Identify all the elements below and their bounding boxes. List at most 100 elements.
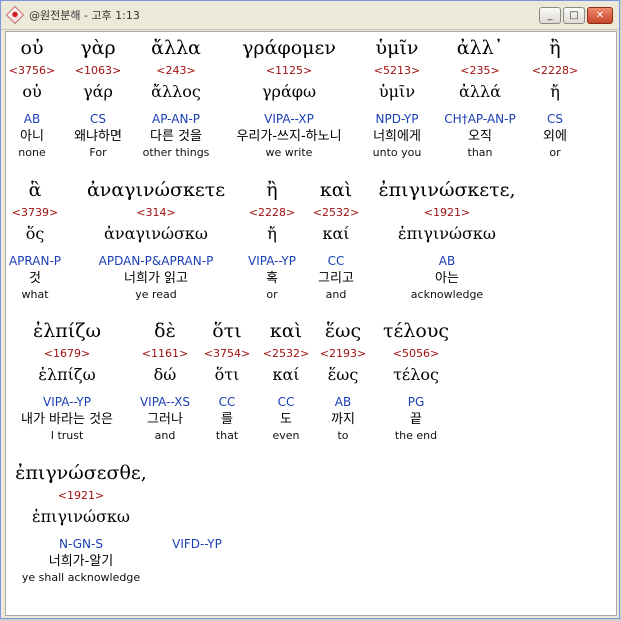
english-gloss: ye read	[135, 288, 177, 301]
greek-word: ἄλλα	[151, 37, 201, 59]
strong-number[interactable]: <3739>	[9, 204, 61, 222]
strong-number[interactable]	[172, 487, 222, 505]
greek-word: ἀναγινώσκετε	[86, 179, 226, 201]
verse-analysis: οὐ <3756> οὐ AB 아니 none γὰρ <1063> γάρ C…	[6, 32, 616, 615]
parsing-code: APDAN-P&APRAN-P	[98, 254, 214, 268]
strong-number[interactable]: <2193>	[320, 345, 366, 363]
strong-number[interactable]: <1063>	[74, 62, 122, 80]
korean-gloss: 너희가-알기	[48, 554, 114, 569]
title-bar[interactable]: @원전분해 - 고후 1:13 _ □ ✕	[1, 1, 619, 30]
greek-word: τέλους	[382, 320, 450, 342]
strong-number[interactable]: <1921>	[15, 487, 147, 505]
parsing-code: AP-AN-P	[151, 112, 200, 126]
korean-gloss: 너희가 읽고	[124, 271, 188, 286]
greek-word: ἢ	[266, 179, 278, 201]
strong-number[interactable]: <3756>	[9, 62, 55, 80]
korean-gloss: 를	[221, 412, 233, 427]
strong-number[interactable]: <1679>	[21, 345, 113, 363]
strong-number[interactable]: <1921>	[378, 204, 515, 222]
word-column[interactable]: ἢ <2228> ἤ CS 외에 or	[532, 35, 578, 160]
parsing-code: CH†AP-AN-P	[444, 112, 516, 126]
parsing-code: VIPA--XS	[139, 395, 191, 409]
word-column[interactable]: ἀναγινώσκετε <314> ἀναγινώσκω APDAN-P&AP…	[87, 177, 225, 302]
maximize-button[interactable]: □	[563, 7, 585, 24]
english-gloss: none	[18, 146, 46, 159]
strong-number[interactable]: <2228>	[532, 62, 578, 80]
minimize-button[interactable]: _	[539, 7, 561, 24]
english-gloss: and	[154, 429, 176, 442]
english-gloss: what	[21, 288, 49, 301]
strong-number[interactable]: <3754>	[204, 345, 250, 363]
word-column[interactable]: τέλους <5056> τέλος PG 끝 the end	[383, 318, 449, 443]
lemma: ἐπιγινώσκω	[32, 507, 130, 526]
analysis-panel[interactable]: οὐ <3756> οὐ AB 아니 none γὰρ <1063> γάρ C…	[5, 31, 617, 616]
strong-number[interactable]: <5056>	[383, 345, 449, 363]
word-column[interactable]: VIFD--YP	[172, 460, 222, 585]
word-column[interactable]: ἀλλ᾽ <235> ἀλλά CH†AP-AN-P 오직 than	[444, 35, 515, 160]
lemma: ἕως	[327, 365, 359, 384]
parsing-code: APRAN-P	[8, 254, 62, 268]
parsing-code: CC	[218, 395, 236, 409]
lemma: ὅς	[25, 224, 45, 243]
lemma: καί	[322, 224, 350, 243]
korean-gloss: 것	[29, 271, 41, 286]
lemma: ἤ	[267, 224, 277, 243]
parsing-code: NPD-YP	[375, 112, 419, 126]
strong-number[interactable]: <2532>	[313, 204, 359, 222]
word-column[interactable]: ἐλπίζω <1679> ἐλπίζω VIPA--YP 내가 바라는 것은 …	[21, 318, 113, 443]
strong-number[interactable]: <2228>	[248, 204, 296, 222]
word-column[interactable]: ἢ <2228> ἤ VIPA--YP 혹 or	[248, 177, 296, 302]
parsing-code: CC	[327, 254, 345, 268]
word-column[interactable]: ὑμῖν <5213> ὑμῖν NPD-YP 너희에게 unto you	[373, 35, 422, 160]
greek-word: ἐπιγνώσεσθε,	[15, 462, 147, 484]
parsing-code: CS	[547, 112, 563, 126]
parsing-code: VIPA--YP	[43, 395, 91, 409]
korean-gloss: 아는	[435, 271, 459, 286]
word-column[interactable]: ἄλλα <243> ἄλλος AP-AN-P 다른 것을 other thi…	[143, 35, 210, 160]
parsing-code: PG	[407, 395, 425, 409]
greek-word: δὲ	[154, 320, 176, 342]
english-gloss: than	[467, 146, 493, 159]
word-column[interactable]: γράφομεν <1125> γράφω VIPA--XP 우리가-쓰지-하노…	[236, 35, 341, 160]
window-controls: _ □ ✕	[539, 7, 613, 24]
strong-number[interactable]: <235>	[444, 62, 515, 80]
english-gloss: unto you	[372, 146, 422, 159]
korean-gloss: 오직	[468, 129, 492, 144]
english-gloss: ye shall acknowledge	[21, 571, 141, 584]
word-column[interactable]: καὶ <2532> καί CC 도 even	[263, 318, 309, 443]
lemma	[172, 505, 222, 529]
korean-gloss	[172, 553, 222, 570]
word-column[interactable]: ἐπιγνώσεσθε, <1921> ἐπιγινώσκω N-GN-S 너희…	[15, 460, 147, 585]
strong-number[interactable]: <1161>	[140, 345, 190, 363]
korean-gloss: 까지	[331, 412, 355, 427]
lemma: γράφω	[261, 82, 317, 101]
english-gloss: the end	[394, 429, 438, 442]
word-column[interactable]: ἃ <3739> ὅς APRAN-P 것 what	[9, 177, 61, 302]
strong-number[interactable]: <1125>	[236, 62, 341, 80]
word-column[interactable]: οὐ <3756> οὐ AB 아니 none	[9, 35, 55, 160]
strong-number[interactable]: <5213>	[373, 62, 422, 80]
english-gloss: For	[89, 146, 107, 159]
strong-number[interactable]: <243>	[143, 62, 210, 80]
parsing-code: VIPA--XP	[264, 112, 314, 126]
lemma: ἐλπίζω	[38, 365, 96, 384]
strong-number[interactable]: <314>	[87, 204, 225, 222]
word-column[interactable]: γὰρ <1063> γάρ CS 왜냐하면 For	[74, 35, 122, 160]
app-logo-icon	[5, 5, 25, 25]
word-column[interactable]: δὲ <1161> δώ VIPA--XS 그러나 and	[140, 318, 190, 443]
app-window: @원전분해 - 고후 1:13 _ □ ✕ οὐ <3756> οὐ AB 아니…	[0, 0, 620, 619]
parsing-code: AB	[438, 254, 456, 268]
korean-gloss: 끝	[410, 412, 422, 427]
word-column[interactable]: ὅτι <3754> ὅτι CC 를 that	[204, 318, 250, 443]
korean-gloss: 그러나	[147, 412, 183, 427]
strong-number[interactable]: <2532>	[263, 345, 309, 363]
word-column[interactable]: ἕως <2193> ἕως AB 까지 to	[320, 318, 366, 443]
word-column[interactable]: ἐπιγινώσκετε, <1921> ἐπιγινώσκω AB 아는 ac…	[378, 177, 515, 302]
korean-gloss: 왜냐하면	[74, 129, 122, 144]
parsing-code: VIPA--YP	[248, 254, 296, 268]
close-button[interactable]: ✕	[587, 7, 613, 24]
word-column[interactable]: καὶ <2532> καί CC 그리고 and	[313, 177, 359, 302]
greek-word: καὶ	[269, 320, 303, 342]
parsing-code: N-GN-S	[59, 537, 103, 551]
lemma: ἀλλά	[459, 82, 501, 101]
